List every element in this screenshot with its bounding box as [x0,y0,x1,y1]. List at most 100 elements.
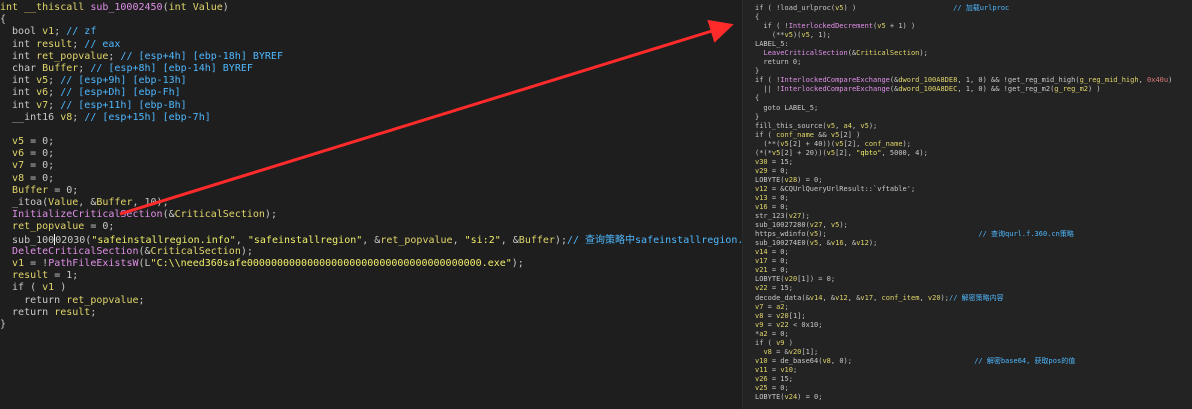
code-token: = 0; [48,184,79,196]
code-token: v16 [755,203,768,212]
code-line[interactable]: sub_10027280(v27, v5); [755,221,1192,230]
code-line[interactable]: (*(*v5[2] + 20))(v5[2], "qbto", 5000, 4)… [755,149,1192,158]
code-line[interactable]: if ( !InterlockedCompareExchange(&dword_… [755,76,1192,85]
right-code-pane[interactable]: if ( !load_urlproc(v5) ) // 加载urlproc{ i… [742,0,1192,409]
code-token: ); [940,293,949,302]
code-line[interactable]: v10 = de_base64(v8, 0); // 解密base64, 获取p… [755,357,1192,366]
code-line[interactable]: v13 = 0; [755,194,1192,203]
code-token: goto LABEL_5; [755,103,819,112]
code-line[interactable]: decode_data(&v14, &v12, &v17, conf_item,… [755,294,1192,303]
code-line[interactable]: { [755,94,1192,103]
code-line[interactable]: } [0,319,742,331]
code-line[interactable]: { [0,14,742,26]
code-token: get_reg_m2 [1007,85,1051,94]
code-token: , & [843,239,857,248]
code-line[interactable]: int v5; // [esp+9h] [ebp-13h] [0,75,742,87]
code-line[interactable]: } [755,113,1192,122]
code-token: g_reg_m2 [1054,85,1088,94]
code-line[interactable]: v9 = v22 < 0x10; [755,321,1192,330]
code-line[interactable]: if ( !load_urlproc(v5) ) // 加载urlproc [755,4,1192,13]
code-line[interactable]: int v6; // [esp+Dh] [ebp-Fh] [0,87,742,99]
code-token: "safeinstallregion" [247,234,363,246]
code-line[interactable]: fill_this_source(v5, a4, v5); [755,122,1192,131]
code-token: 0x40u [1147,76,1169,85]
code-token: LeaveCriticalSection [763,49,848,58]
code-line[interactable]: v14 = 0; [755,248,1192,257]
code-line[interactable]: v21 = 0; [755,266,1192,275]
code-line[interactable]: sub_100274E0(v5, &v16, &v12); [755,239,1192,248]
code-line[interactable]: LOBYTE(v24) = 0; [755,393,1192,402]
code-token: { [755,94,760,103]
code-token: v12 [835,293,848,302]
code-line[interactable]: v25 = 0; [755,384,1192,393]
left-code-pane[interactable]: int __thiscall sub_10002450(int Value){ … [0,0,742,409]
code-line[interactable]: v1 = !PathFileExistsW(L"C:\\need360safe0… [0,258,742,270]
code-line[interactable]: char Buffer; // [esp+8h] [ebp-14h] BYREF [0,63,742,75]
code-line[interactable]: LeaveCriticalSection(&CriticalSection); [755,49,1192,58]
code-line[interactable]: (**v5)(v5, 1); [755,31,1192,40]
code-line[interactable] [0,124,742,136]
code-line[interactable]: || !InterlockedCompareExchange(&dword_10… [755,85,1192,94]
code-line[interactable]: int __thiscall sub_10002450(int Value) [0,2,742,14]
code-line[interactable]: v8 = 0; [0,173,742,185]
code-line[interactable]: v7 = a2; [755,303,1192,312]
code-line[interactable]: if ( v1 ) [0,282,742,294]
code-line[interactable]: v12 = &CQUrlQueryUrlResult::`vftable'; [755,185,1192,194]
code-line[interactable]: v8 = v20[1]; [755,312,1192,321]
code-line[interactable]: v16 = 0; [755,203,1192,212]
code-line[interactable]: Buffer = 0; [0,185,742,197]
code-line[interactable]: int v7; // [esp+11h] [ebp-Bh] [0,100,742,112]
code-line[interactable]: __int16 v8; // [esp+15h] [ebp-7h] [0,112,742,124]
code-line[interactable]: result = 1; [0,270,742,282]
code-line[interactable]: v11 = v10; [755,366,1192,375]
code-line[interactable]: } [755,67,1192,76]
code-line[interactable]: _itoa(Value, &Buffer, 10); [0,197,742,209]
code-line[interactable]: str_123(v27); [755,212,1192,221]
code-line[interactable]: LOBYTE(v20[1]) = 0; [755,275,1192,284]
code-line[interactable]: sub_10002030("safeinstallregion.info", "… [0,233,742,246]
code-line[interactable]: DeleteCriticalSection(&CriticalSection); [0,246,742,258]
code-line[interactable]: if ( conf_name && v5[2] ) [755,131,1192,140]
code-line[interactable]: goto LABEL_5; [755,104,1192,113]
code-line[interactable]: InitializeCriticalSection(&CriticalSecti… [0,209,742,221]
code-token: } [755,112,760,121]
code-token: v25 [755,383,768,392]
code-line[interactable]: bool v1; // zf [0,26,742,38]
code-line[interactable]: { [755,13,1192,22]
code-token: v14 [755,248,768,257]
code-line[interactable]: LOBYTE(v28) = 0; [755,176,1192,185]
code-token: Value [192,2,223,13]
code-line[interactable]: v30 = 15; [755,158,1192,167]
code-line[interactable]: https_wdinfo(v5); // 查询qurl.f.360.cn策略 [755,230,1192,239]
code-line[interactable]: LABEL_5: [755,40,1192,49]
code-line[interactable]: v6 = 0; [0,148,742,160]
code-line[interactable]: if ( v9 ) [755,339,1192,348]
code-line[interactable]: v26 = 15; [755,375,1192,384]
code-line[interactable]: *a2 = 0; [755,330,1192,339]
code-line[interactable]: v22 = 15; [755,284,1192,293]
code-line[interactable]: v17 = 0; [755,257,1192,266]
code-line[interactable]: return 0; [755,58,1192,67]
code-line[interactable]: v29 = 0; [755,167,1192,176]
code-line[interactable]: v7 = 0; [0,160,742,172]
code-line[interactable]: (**(v5[2] + 40))(v5[2], conf_name); [755,140,1192,149]
code-token: if ( ! [755,22,789,31]
code-token: = & [771,347,789,356]
code-line[interactable]: return ret_popvalue; [0,295,742,307]
code-line[interactable]: v5 = 0; [0,136,742,148]
code-line[interactable]: int result; // eax [0,39,742,51]
code-line[interactable]: v8 = &v20[1]; [755,348,1192,357]
code-line[interactable]: if ( !InterlockedDecrement(v5 + 1) ) [755,22,1192,31]
code-token: char [0,62,43,74]
code-token: int [0,50,37,62]
code-token: = [767,365,781,374]
code-line[interactable]: ret_popvalue = 0; [0,221,742,233]
code-line[interactable]: return result; [0,307,742,319]
code-token: , 0); [830,356,975,365]
code-line[interactable]: int ret_popvalue; // [esp+4h] [ebp-18h] … [0,51,742,63]
code-token: = 1; [48,270,79,282]
code-token: if ( [0,282,43,294]
pseudocode-listing-left[interactable]: int __thiscall sub_10002450(int Value){ … [0,0,742,331]
pseudocode-listing-right[interactable]: if ( !load_urlproc(v5) ) // 加载urlproc{ i… [743,0,1192,402]
code-token: Buffer [42,62,79,74]
